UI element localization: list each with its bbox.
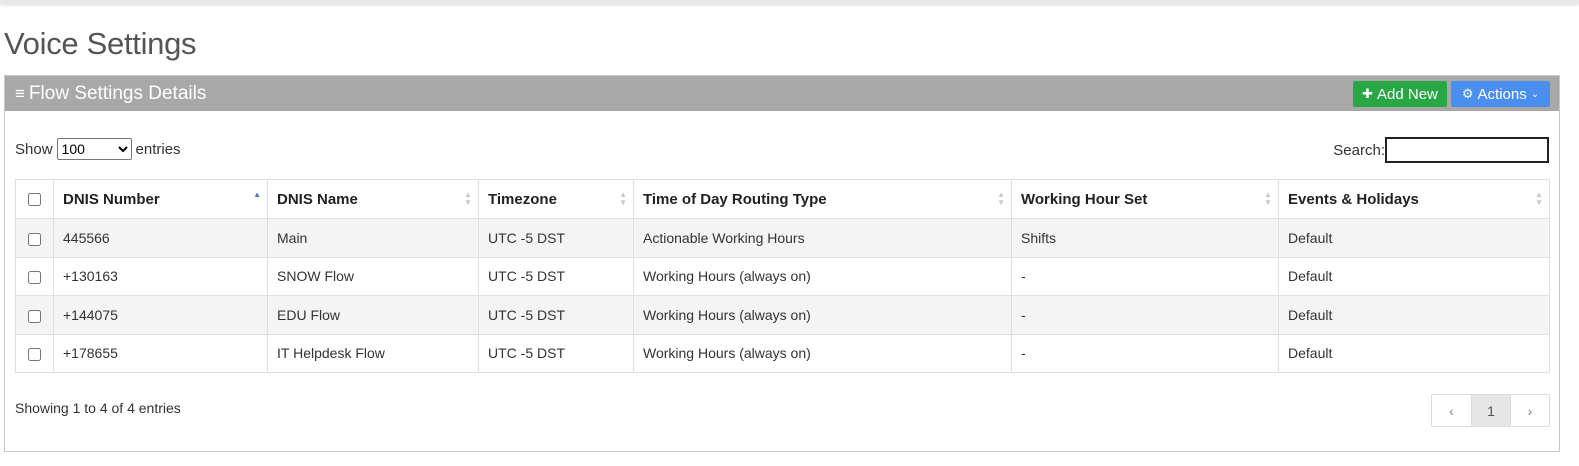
column-label: Time of Day Routing Type <box>643 190 827 208</box>
cell-dnis-number: +144075 <box>53 295 268 335</box>
sort-icon: ▲ ▼ <box>464 190 472 207</box>
column-header-routing-type[interactable]: Time of Day Routing Type ▲ ▼ <box>633 179 1012 219</box>
sort-icon: ▲ ▼ <box>619 190 627 207</box>
entries-select[interactable]: 100 <box>56 138 132 160</box>
cell-dnis-number: +130163 <box>53 256 268 296</box>
add-new-label: Add New <box>1377 85 1438 103</box>
chevron-down-icon: ⌄ <box>1530 88 1540 100</box>
header-row: DNIS Number ▲▼ DNIS Name ▲▼ Timezone ▲▼ Tim… <box>15 179 1550 219</box>
select-all-cell <box>15 179 54 219</box>
column-header-working-hour-set[interactable]: Working Hour Set ▲ ▼ <box>1011 179 1279 219</box>
cell-dnis-number: +178655 <box>53 333 268 373</box>
cell-events-holidays: Default <box>1278 333 1550 373</box>
row-checkbox[interactable] <box>28 309 41 323</box>
column-label: DNIS Name <box>277 190 358 208</box>
row-select-cell <box>15 218 54 258</box>
table-info: Showing 1 to 4 of 4 entries <box>15 400 181 416</box>
column-header-timezone[interactable]: Timezone ▲ ▼ <box>478 179 634 219</box>
column-header-events-holidays[interactable]: Events & Holidays ▲ ▼ <box>1278 179 1550 219</box>
cell-events-holidays: Default <box>1278 218 1550 258</box>
table-row[interactable]: +144075 EDU Flow UTC -5 DST Working Hour… <box>15 295 1550 335</box>
pagination: ‹ 1 › <box>1431 394 1550 427</box>
search-control: Search: <box>1333 137 1549 163</box>
sort-icon: ▲ ▼ <box>1264 190 1272 207</box>
cell-dnis-name: IT Helpdesk Flow <box>267 333 479 373</box>
entries-label: entries <box>135 140 181 158</box>
column-header-dnis-number[interactable]: DNIS Number ▲▼ <box>53 179 268 219</box>
cell-routing-type: Working Hours (always on) <box>633 256 1012 296</box>
row-checkbox[interactable] <box>28 232 41 246</box>
add-new-button[interactable]: ✚ Add New <box>1353 81 1447 107</box>
panel-title: ≡ Flow Settings Details <box>15 83 206 105</box>
panel-header: ≡ Flow Settings Details ✚ Add New ⚙ Actions… <box>5 76 1559 111</box>
sort-icon: ▲ ▼ <box>1535 190 1543 207</box>
panel-title-text: Flow Settings Details <box>28 83 207 104</box>
cell-timezone: UTC -5 DST <box>478 218 634 258</box>
cell-dnis-name: EDU Flow <box>267 295 479 335</box>
top-bar <box>0 0 1579 4</box>
search-label: Search: <box>1333 141 1385 159</box>
plus-icon: ✚ <box>1362 86 1374 101</box>
cell-working-hour-set: Shifts <box>1011 218 1279 258</box>
row-select-cell <box>15 295 54 335</box>
page-title: Voice Settings <box>4 26 197 61</box>
cell-routing-type: Actionable Working Hours <box>633 218 1012 258</box>
cell-events-holidays: Default <box>1278 295 1550 335</box>
row-checkbox[interactable] <box>28 348 41 362</box>
actions-button[interactable]: ⚙ Actions ⌄ <box>1451 81 1550 107</box>
column-label: Events & Holidays <box>1288 190 1419 208</box>
gears-icon: ⚙ <box>1461 86 1474 101</box>
row-select-cell <box>15 256 54 296</box>
search-input[interactable] <box>1385 137 1549 163</box>
sort-icon: ▲ ▼ <box>997 190 1005 207</box>
flow-table: DNIS Number ▲▼ DNIS Name ▲▼ Timezone ▲▼ Tim… <box>15 179 1550 373</box>
column-label: Working Hour Set <box>1021 190 1148 208</box>
cell-routing-type: Working Hours (always on) <box>633 295 1012 335</box>
row-select-cell <box>15 333 54 373</box>
show-label: Show <box>15 140 53 158</box>
cell-working-hour-set: - <box>1011 295 1279 335</box>
cell-routing-type: Working Hours (always on) <box>633 333 1012 373</box>
table-row[interactable]: +178655 IT Helpdesk Flow UTC -5 DST Work… <box>15 333 1550 373</box>
sort-asc-icon: ▲▼ <box>253 190 261 199</box>
column-header-dnis-name[interactable]: DNIS Name ▲ ▼ <box>267 179 479 219</box>
cell-dnis-name: Main <box>267 218 479 258</box>
length-control: Show 100 entries <box>15 138 181 160</box>
cell-timezone: UTC -5 DST <box>478 333 634 373</box>
row-checkbox[interactable] <box>28 271 41 285</box>
cell-working-hour-set: - <box>1011 256 1279 296</box>
menu-icon: ≡ <box>15 84 25 103</box>
column-label: Timezone <box>488 190 557 208</box>
flow-settings-panel: ≡ Flow Settings Details ✚ Add New ⚙ Actions… <box>4 75 1560 452</box>
cell-timezone: UTC -5 DST <box>478 256 634 296</box>
cell-dnis-number: 445566 <box>53 218 268 258</box>
table-row[interactable]: +130163 SNOW Flow UTC -5 DST Working Hou… <box>15 256 1550 296</box>
actions-label: Actions <box>1477 85 1527 103</box>
cell-events-holidays: Default <box>1278 256 1550 296</box>
page-1-button[interactable]: 1 <box>1471 395 1510 426</box>
select-all-checkbox[interactable] <box>28 193 41 207</box>
cell-timezone: UTC -5 DST <box>478 295 634 335</box>
cell-dnis-name: SNOW Flow <box>267 256 479 296</box>
column-label: DNIS Number <box>63 190 160 208</box>
previous-page-button[interactable]: ‹ <box>1432 395 1471 426</box>
next-page-button[interactable]: › <box>1510 395 1549 426</box>
table-row[interactable]: 445566 Main UTC -5 DST Actionable Workin… <box>15 218 1550 258</box>
cell-working-hour-set: - <box>1011 333 1279 373</box>
